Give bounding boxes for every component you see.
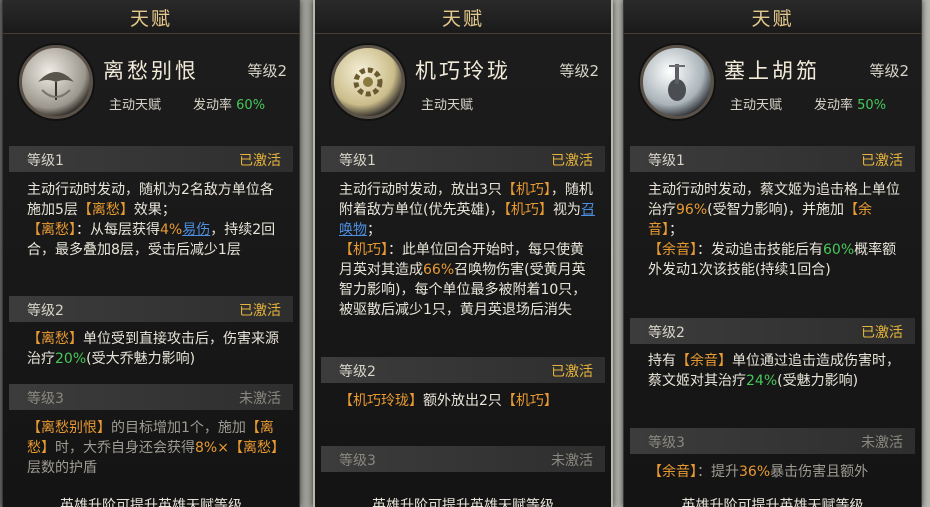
talent-type: 主动天赋	[730, 98, 783, 113]
talent-type: 主动天赋	[421, 98, 474, 113]
talent-name: 塞上胡笳	[724, 59, 820, 83]
tier-1-description: 主动行动时发动，蔡文姬为追击格上单位治疗96%(受智力影响)，并施加【余音】； …	[648, 182, 900, 278]
tier-row-2: 等级2 已激活	[630, 318, 915, 344]
tier-row-1: 等级1 已激活	[9, 146, 293, 172]
trigger-rate: 发动率 50%	[814, 98, 887, 113]
trigger-rate: 发动率 60%	[193, 98, 266, 113]
talent-level: 等级2	[559, 62, 599, 80]
card-header: 天赋	[315, 0, 611, 34]
footer-hint: 英雄升阶可提升英雄天赋等级	[60, 498, 242, 507]
talent-name: 机巧玲珑	[415, 59, 511, 83]
tier-row-1: 等级1 已激活	[321, 146, 605, 172]
status-badge: 已激活	[239, 153, 281, 169]
tier-row-3: 等级3 未激活	[321, 446, 605, 472]
lute-icon	[640, 45, 714, 119]
gear-icon	[331, 45, 405, 119]
tier-3-description: 【余音】：提升36%暴击伤害且额外	[648, 464, 869, 480]
tier-row-2: 等级2 已激活	[321, 357, 605, 383]
status-badge: 未激活	[551, 453, 593, 469]
talent-level: 等级2	[247, 62, 287, 80]
card-header: 天赋	[624, 0, 921, 34]
talent-name: 离愁别恨	[103, 59, 199, 83]
status-badge: 已激活	[861, 153, 903, 169]
tier-1-description: 主动行动时发动，随机为2名敌方单位各施加5层【离愁】效果； 【离愁】：从每层获得…	[27, 182, 276, 258]
talent-card-daqiao: 天赋 离愁别恨 等级2 主动天赋 发动率 60% 等级1 已激活 主动行动时发动…	[2, 0, 300, 507]
status-badge: 已激活	[239, 303, 281, 319]
card-header: 天赋	[3, 0, 299, 34]
status-badge: 未激活	[239, 391, 281, 407]
status-badge: 未激活	[861, 435, 903, 451]
card-title: 天赋	[751, 8, 794, 30]
card-title: 天赋	[129, 8, 172, 30]
keyword-link[interactable]: 易伤	[182, 222, 210, 238]
tier-row-2: 等级2 已激活	[9, 296, 293, 322]
umbrella-icon	[19, 45, 93, 119]
tier-row-3: 等级3 未激活	[630, 428, 915, 454]
footer-hint: 英雄升阶可提升英雄天赋等级	[372, 498, 554, 507]
tier-2-description: 【离愁】单位受到直接攻击后，伤害来源治疗20%(受大乔魅力影响)	[27, 331, 279, 367]
footer-hint: 英雄升阶可提升英雄天赋等级	[681, 498, 864, 507]
tier-row-3: 等级3 未激活	[9, 384, 293, 410]
tier-row-1: 等级1 已激活	[630, 146, 915, 172]
talent-card-caiwenji: 天赋 塞上胡笳 等级2 主动天赋 发动率 50% 等级1 已激活 主动行动时发动…	[623, 0, 922, 507]
status-badge: 已激活	[861, 325, 903, 341]
talent-level: 等级2	[869, 62, 909, 80]
tier-2-description: 持有【余音】单位通过追击造成伤害时，蔡文姬对其治疗24%(受魅力影响)	[648, 353, 900, 389]
tier-3-description: 【离愁别恨】的目标增加1个，施加【离愁】时，大乔自身还会获得8%×【离愁】层数的…	[27, 420, 285, 476]
talent-type: 主动天赋	[109, 98, 162, 113]
card-title: 天赋	[441, 8, 484, 30]
tier-2-description: 【机巧玲珑】额外放出2只【机巧】	[339, 393, 558, 409]
tier-1-description: 主动行动时发动，放出3只【机巧】，随机附着敌方单位(优先英雄)，【机巧】视为召唤…	[339, 182, 595, 318]
talent-card-huangyueying: 天赋 机巧玲珑 等级2 主动天赋 等级1 已激活 主动行动时发动，放出3只【机巧…	[313, 0, 613, 507]
status-badge: 已激活	[551, 364, 593, 380]
status-badge: 已激活	[551, 153, 593, 169]
